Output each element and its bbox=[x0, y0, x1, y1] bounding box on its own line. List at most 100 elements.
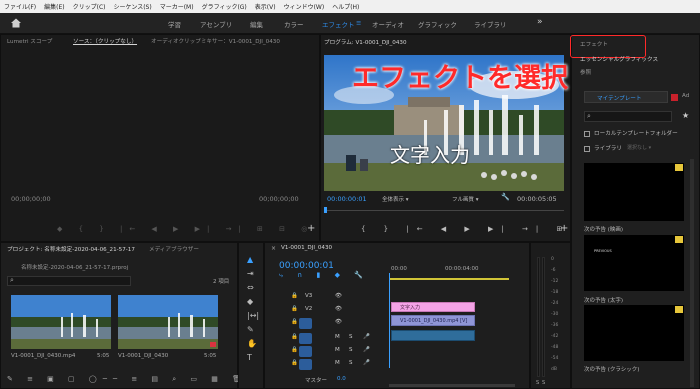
source-add-button[interactable]: + bbox=[307, 223, 315, 234]
workspace-tab-4[interactable]: エフェクト bbox=[322, 19, 355, 29]
slip-tool-icon[interactable]: |↔| bbox=[247, 309, 259, 323]
tab-program[interactable]: プログラム: V1-0001_DJI_0430 bbox=[324, 38, 407, 46]
library-select[interactable]: 選択なし ▾ bbox=[627, 144, 651, 151]
workspace-tab-7[interactable]: ライブラリ bbox=[474, 19, 507, 29]
fit-select[interactable]: 全体表示 ▾ bbox=[382, 195, 409, 203]
tab-audio-clip-mixer[interactable]: オーディオクリップミキサー：V1-0001_DJI_0430 bbox=[151, 37, 280, 45]
tab-project[interactable]: プロジェクト: 名称未設定-2020-04-06_21-57-17 bbox=[7, 245, 135, 253]
work-area-bar[interactable] bbox=[389, 278, 509, 280]
effects-scrollbar[interactable] bbox=[690, 159, 694, 387]
track-target[interactable] bbox=[299, 318, 312, 329]
menu-item-8[interactable]: ヘルプ(H) bbox=[332, 2, 359, 11]
track-lock-icon[interactable]: 🔒 bbox=[291, 306, 298, 312]
workspace-tab-1[interactable]: アセンブリ bbox=[200, 19, 232, 29]
tools-list: ▲ ⇥ ⇔ ◆ |↔| ✎ ✋ T bbox=[247, 253, 259, 365]
adobe-stock-label[interactable]: Ad bbox=[682, 93, 689, 99]
more-workspaces-icon[interactable]: » bbox=[537, 17, 543, 27]
track-label[interactable]: V2 bbox=[305, 306, 312, 312]
track-target[interactable] bbox=[299, 346, 312, 357]
local-folder-checkbox[interactable] bbox=[584, 131, 590, 137]
my-templates-tab[interactable]: マイテンプレート bbox=[584, 91, 668, 103]
project-item[interactable] bbox=[118, 295, 218, 349]
workspace-tab-3[interactable]: カラー bbox=[284, 19, 304, 29]
solo-button[interactable]: S bbox=[349, 360, 353, 366]
timeline-close-icon[interactable]: × bbox=[271, 245, 276, 252]
track-lock-icon[interactable]: 🔒 bbox=[291, 347, 298, 353]
mic-icon[interactable]: 🎤 bbox=[363, 347, 370, 353]
track-target[interactable] bbox=[299, 333, 312, 344]
project-search-input[interactable]: ⌕ bbox=[7, 276, 131, 286]
template-item[interactable] bbox=[584, 163, 684, 221]
menu-item-3[interactable]: シーケンス(S) bbox=[114, 2, 152, 11]
track-lock-icon[interactable]: 🔒 bbox=[291, 360, 298, 366]
eye-icon[interactable]: 👁 bbox=[335, 306, 342, 312]
solo-button[interactable]: S bbox=[349, 347, 353, 353]
menu-item-7[interactable]: ウィンドウ(W) bbox=[284, 2, 325, 11]
ripple-edit-icon[interactable]: ⇔ bbox=[247, 281, 259, 295]
tab-media-browser[interactable]: メディアブラウザー bbox=[149, 245, 199, 253]
timeline-hscroll[interactable] bbox=[389, 384, 515, 387]
workspace-tab-6[interactable]: グラフィック bbox=[418, 19, 457, 29]
audio-clip[interactable] bbox=[391, 330, 475, 341]
source-timecode-left[interactable]: 00;00;00;00 bbox=[11, 195, 51, 203]
menu-item-6[interactable]: 表示(V) bbox=[255, 2, 276, 11]
meter-tick-label: -48 bbox=[551, 345, 559, 350]
track-lock-icon[interactable]: 🔒 bbox=[291, 334, 298, 340]
workspace-tab-2[interactable]: 編集 bbox=[250, 19, 263, 29]
home-icon[interactable] bbox=[10, 17, 22, 29]
workspace-tab-0[interactable]: 学習 bbox=[168, 19, 181, 29]
title-clip[interactable]: 文字入力 bbox=[391, 302, 475, 312]
type-tool-icon[interactable]: T bbox=[247, 351, 259, 365]
track-label[interactable]: V3 bbox=[305, 293, 312, 299]
menu-item-2[interactable]: クリップ(C) bbox=[73, 2, 106, 11]
eye-icon[interactable]: 👁 bbox=[335, 293, 342, 299]
master-volume[interactable]: 0.0 bbox=[337, 376, 346, 382]
tab-lumetri-scopes[interactable]: Lumetri スコープ bbox=[7, 37, 52, 45]
eye-icon[interactable]: 👁 bbox=[335, 319, 342, 325]
solo-right[interactable]: S bbox=[542, 380, 545, 386]
tab-sequence[interactable]: V1-0001_DJI_0430 bbox=[281, 245, 332, 251]
program-timebar[interactable] bbox=[324, 207, 564, 213]
playhead-marker[interactable] bbox=[324, 207, 327, 213]
workspace-menu-icon[interactable]: ≡ bbox=[356, 19, 361, 27]
track-target[interactable] bbox=[299, 359, 312, 370]
program-timecode[interactable]: 00:00:00:01 bbox=[327, 195, 367, 203]
mic-icon[interactable]: 🎤 bbox=[363, 360, 370, 366]
adobe-stock-icon[interactable] bbox=[671, 94, 678, 101]
track-lock-icon[interactable]: 🔒 bbox=[291, 293, 298, 299]
tab-source[interactable]: ソース：（クリップなし） bbox=[73, 37, 137, 45]
menu-item-5[interactable]: グラフィック(G) bbox=[202, 2, 247, 11]
library-checkbox[interactable] bbox=[584, 146, 590, 152]
track-lock-icon[interactable]: 🔒 bbox=[291, 319, 298, 325]
program-tabs: プログラム: V1-0001_DJI_0430 bbox=[321, 35, 570, 48]
selection-tool-icon[interactable]: ▲ bbox=[247, 253, 259, 267]
browse-label[interactable]: 参照 bbox=[580, 68, 591, 76]
mic-icon[interactable]: 🎤 bbox=[363, 334, 370, 340]
mute-button[interactable]: M bbox=[335, 334, 340, 340]
timeline-playhead[interactable] bbox=[389, 273, 390, 368]
wrench-icon[interactable]: 🔧 bbox=[501, 193, 510, 201]
timeline-timecode[interactable]: 00:00:00:01 bbox=[279, 261, 334, 271]
template-item[interactable] bbox=[584, 305, 684, 361]
quality-select[interactable]: フル画質 ▾ bbox=[452, 195, 479, 203]
tab-essential-graphics[interactable]: エッセンシャルグラフィックス bbox=[580, 55, 658, 63]
mute-button[interactable]: M bbox=[335, 360, 340, 366]
project-item[interactable] bbox=[11, 295, 111, 349]
menu-item-0[interactable]: ファイル(F) bbox=[4, 2, 36, 11]
pen-tool-icon[interactable]: ✎ bbox=[247, 323, 259, 337]
video-clip[interactable]: V1-0001_DJI_0430.mp4 [V] bbox=[391, 315, 475, 326]
razor-tool-icon[interactable]: ◆ bbox=[247, 295, 259, 309]
menu-item-4[interactable]: マーカー(M) bbox=[160, 2, 194, 11]
solo-button[interactable]: S bbox=[349, 334, 353, 340]
menu-item-1[interactable]: 編集(E) bbox=[44, 2, 64, 11]
workspace-tab-5[interactable]: オーディオ bbox=[372, 19, 404, 29]
solo-left[interactable]: S bbox=[536, 380, 539, 386]
hand-tool-icon[interactable]: ✋ bbox=[247, 337, 259, 351]
template-item[interactable]: PREVIOUS bbox=[584, 235, 684, 291]
menu-bar: ファイル(F) 編集(E) クリップ(C) シーケンス(S) マーカー(M) グラフィック… bbox=[0, 0, 700, 13]
track-select-icon[interactable]: ⇥ bbox=[247, 267, 259, 281]
program-add-button[interactable]: + bbox=[560, 223, 568, 234]
template-search-input[interactable]: ⌕ bbox=[584, 111, 672, 122]
star-icon[interactable]: ★ bbox=[682, 111, 689, 120]
mute-button[interactable]: M bbox=[335, 347, 340, 353]
